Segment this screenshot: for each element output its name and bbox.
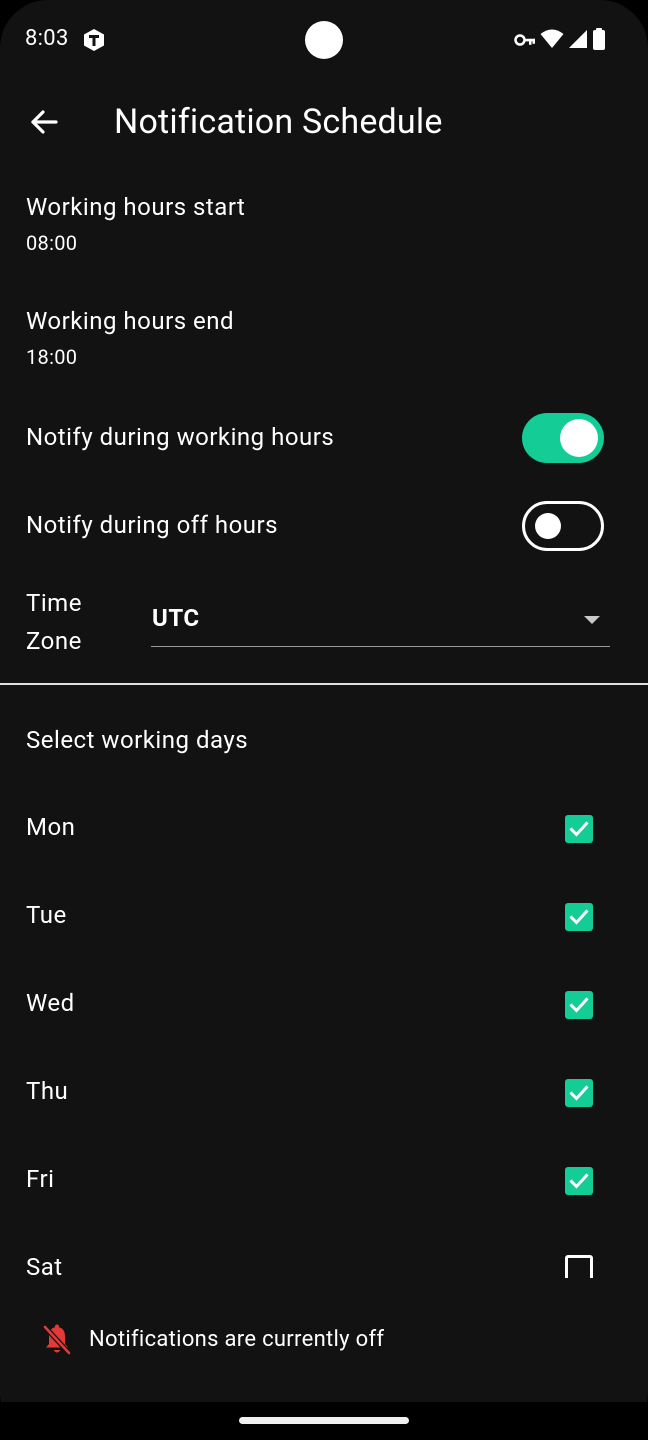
status-time: 8:03 (25, 26, 69, 51)
day-row-tue[interactable]: Tue (0, 868, 648, 956)
working-hours-end-value: 18:00 (26, 345, 78, 369)
app-badge-icon (82, 28, 106, 52)
dropdown-arrow-icon (584, 616, 600, 624)
status-icons (514, 28, 606, 54)
day-label: Thu (26, 1077, 69, 1105)
day-row-wed[interactable]: Wed (0, 956, 648, 1044)
time-zone-label: Time Zone (26, 589, 82, 655)
camera-cutout (305, 21, 343, 59)
section-divider (0, 683, 648, 685)
working-hours-start-value: 08:00 (26, 231, 78, 255)
notify-off-hours-label: Notify during off hours (26, 511, 279, 539)
day-checkbox-thu[interactable] (565, 1079, 593, 1107)
day-row-thu[interactable]: Thu (0, 1044, 648, 1132)
battery-icon (592, 28, 606, 54)
notify-working-hours-label: Notify during working hours (26, 423, 335, 451)
day-checkbox-fri[interactable] (565, 1167, 593, 1195)
notify-working-hours-switch[interactable] (522, 413, 604, 463)
check-icon (569, 909, 589, 925)
day-label: Tue (26, 901, 67, 929)
day-label: Mon (26, 813, 76, 841)
day-row-mon[interactable]: Mon (0, 780, 648, 868)
time-zone-dropdown[interactable]: UTC (151, 596, 610, 647)
working-hours-start-item[interactable]: Working hours start 08:00 (0, 176, 648, 284)
day-row-sat[interactable]: Sat (0, 1220, 648, 1278)
notify-off-hours-item: Notify during off hours (0, 488, 648, 564)
page-title: Notification Schedule (114, 102, 443, 142)
cell-signal-icon (568, 29, 588, 53)
check-icon (569, 1085, 589, 1101)
day-label: Wed (26, 989, 75, 1017)
notification-status-text: Notifications are currently off (89, 1327, 385, 1352)
vpn-key-icon (514, 32, 536, 51)
day-checkbox-mon[interactable] (565, 815, 593, 843)
time-zone-value: UTC (152, 604, 200, 632)
bell-off-icon (42, 1324, 72, 1356)
day-row-fri[interactable]: Fri (0, 1132, 648, 1220)
check-icon (569, 821, 589, 837)
switch-knob (560, 419, 598, 457)
check-icon (569, 1173, 589, 1189)
status-bar: 8:03 (0, 0, 648, 80)
working-days-title: Select working days (26, 726, 249, 754)
wifi-icon (540, 29, 564, 53)
arrow-back-icon (29, 107, 59, 141)
day-checkbox-tue[interactable] (565, 903, 593, 931)
day-label: Fri (26, 1165, 55, 1193)
working-hours-start-title: Working hours start (26, 193, 246, 221)
working-days-list[interactable]: Mon Tue Wed Thu Fri Sat (0, 780, 648, 1278)
check-icon (569, 997, 589, 1013)
app-bar: Notification Schedule (0, 80, 648, 168)
switch-knob (535, 513, 561, 539)
navigation-bar (0, 1402, 648, 1440)
working-hours-end-item[interactable]: Working hours end 18:00 (0, 290, 648, 398)
phone-screen: 8:03 Notification Schedule Working hours… (0, 0, 648, 1440)
day-checkbox-sat[interactable] (565, 1255, 593, 1278)
notify-working-hours-item: Notify during working hours (0, 400, 648, 476)
day-checkbox-wed[interactable] (565, 991, 593, 1019)
notify-off-hours-switch[interactable] (522, 501, 604, 551)
home-gesture-handle[interactable] (239, 1417, 409, 1424)
day-label: Sat (26, 1253, 63, 1278)
notification-status-banner: Notifications are currently off (0, 1290, 648, 1390)
working-hours-end-title: Working hours end (26, 307, 235, 335)
back-button[interactable] (20, 100, 68, 148)
